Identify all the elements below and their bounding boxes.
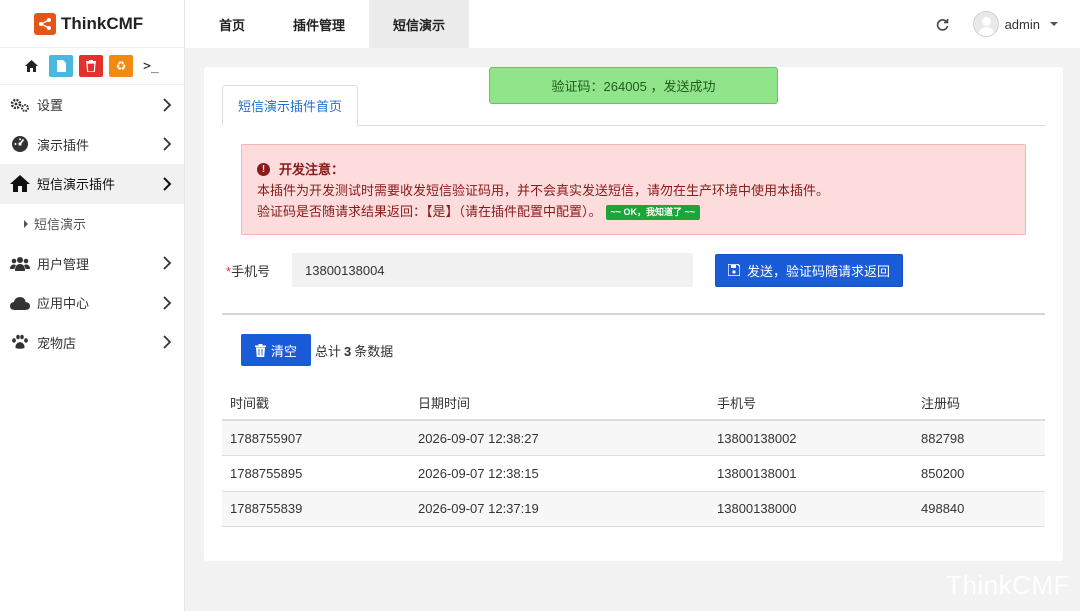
table-cell: 13800138000	[709, 491, 913, 527]
list-actions: 清空 总计 3 条数据	[241, 334, 393, 366]
caret-right-icon	[24, 219, 28, 228]
sidebar-item-user-management[interactable]: 用户管理	[0, 244, 184, 284]
clear-button[interactable]: 清空	[241, 334, 311, 366]
tab-home[interactable]: 首页	[185, 0, 269, 48]
chevron-right-icon	[163, 335, 172, 349]
column-header: 注册码	[913, 385, 1045, 421]
user-name: admin	[1004, 16, 1040, 32]
chevron-right-icon	[163, 98, 172, 112]
ok-acknowledge-badge[interactable]: ~~ OK，我知道了 ~~	[605, 205, 701, 220]
quick-toolbar: ♻ >_	[0, 48, 184, 85]
alert-title: 开发注意：	[279, 162, 345, 177]
tab-plugin-management[interactable]: 插件管理	[269, 0, 369, 48]
brand[interactable]: ThinkCMF	[0, 0, 184, 48]
tab-sms-demo[interactable]: 短信演示	[369, 0, 470, 48]
table-cell: 13800138002	[709, 420, 913, 456]
table-cell: 882798	[913, 420, 1045, 456]
phone-input[interactable]	[292, 253, 693, 287]
dev-warning-alert: ! 开发注意： 本插件为开发测试时需要收发短信验证码用，并不会真实发送短信，请勿…	[241, 144, 1026, 235]
sidebar-menu: 设置 演示插件 短信演示插件 短信演示 用户管理 应用中心 宠物店	[0, 85, 184, 362]
recycle-icon[interactable]: ♻	[109, 55, 133, 77]
thinkcmf-logo-icon	[34, 12, 56, 35]
phone-label: *手机号	[226, 263, 271, 279]
sidebar-item-sms-plugin[interactable]: 短信演示插件	[0, 164, 184, 204]
table-cell: 1788755839	[222, 491, 410, 527]
table-row: 1788755839 2026-09-07 12:37:19 138001380…	[222, 491, 1045, 527]
exclamation-circle-icon: !	[257, 163, 270, 176]
table-row: 1788755907 2026-09-07 12:38:27 138001380…	[222, 420, 1045, 456]
refresh-icon[interactable]	[936, 18, 949, 31]
paw-icon	[9, 332, 31, 352]
success-toast: 验证码：264005 ，发送成功	[489, 67, 778, 104]
phone-form-row: *手机号 发送，验证码随请求返回	[226, 253, 1026, 287]
sms-log-table: 时间戳 日期时间 手机号 注册码 1788755907 2026-09-07 1…	[222, 385, 1045, 527]
sidebar-subitem-sms-demo[interactable]: 短信演示	[0, 204, 184, 244]
column-header: 手机号	[709, 385, 913, 421]
tab-sms-plugin-home[interactable]: 短信演示插件首页	[222, 85, 358, 126]
chevron-right-icon	[163, 296, 172, 310]
chevron-right-icon	[163, 256, 172, 270]
save-icon	[727, 264, 740, 276]
main-panel: 短信演示插件首页 ! 开发注意： 本插件为开发测试时需要收发短信验证码用，并不会…	[204, 67, 1063, 561]
send-sms-button[interactable]: 发送，验证码随请求返回	[715, 253, 903, 287]
table-cell: 1788755907	[222, 420, 410, 456]
file-icon[interactable]	[49, 55, 73, 77]
top-navbar: 首页 插件管理 短信演示 admin	[185, 0, 1080, 48]
table-cell: 498840	[913, 491, 1045, 527]
cloud-icon	[9, 293, 31, 313]
avatar	[972, 11, 999, 37]
table-row: 1788755895 2026-09-07 12:38:15 138001380…	[222, 455, 1045, 492]
table-cell: 13800138001	[709, 455, 913, 492]
table-cell: 2026-09-07 12:37:19	[410, 491, 709, 527]
table-cell: 2026-09-07 12:38:27	[410, 420, 709, 456]
user-menu[interactable]: admin	[972, 11, 1058, 37]
top-right-actions: admin	[936, 11, 1080, 37]
table-cell: 1788755895	[222, 455, 410, 492]
terminal-icon[interactable]: >_	[139, 55, 163, 77]
total-count: 总计 3 条数据	[315, 343, 394, 359]
alert-line-1: 本插件为开发测试时需要收发短信验证码用，并不会真实发送短信，请勿在生产环境中使用…	[257, 183, 830, 198]
dashboard-icon	[9, 134, 31, 154]
sidebar: ThinkCMF ♻ >_ 设置 演示插件 短信演示插件 短信演示 用户管理 应…	[0, 0, 185, 611]
alert-line-2: 验证码是否随请求结果返回：【是】（请在插件配置中配置）。	[257, 204, 602, 219]
home-icon[interactable]	[19, 55, 43, 77]
table-cell: 2026-09-07 12:38:15	[410, 455, 709, 492]
gears-icon	[9, 95, 31, 115]
caret-down-icon	[1050, 22, 1058, 26]
users-icon	[9, 253, 31, 273]
trash-icon[interactable]	[79, 55, 103, 77]
watermark: ThinkCMF	[946, 570, 1070, 600]
table-header-row: 时间戳 日期时间 手机号 注册码	[222, 385, 1045, 421]
sidebar-item-pet-shop[interactable]: 宠物店	[0, 323, 184, 363]
sidebar-item-app-center[interactable]: 应用中心	[0, 283, 184, 323]
sidebar-item-demo-plugin[interactable]: 演示插件	[0, 125, 184, 165]
divider	[222, 313, 1045, 315]
chevron-right-icon	[163, 137, 172, 151]
home-icon	[9, 174, 31, 194]
sidebar-item-settings[interactable]: 设置	[0, 85, 184, 125]
column-header: 时间戳	[222, 385, 410, 421]
column-header: 日期时间	[410, 385, 709, 421]
chevron-right-icon	[163, 177, 172, 191]
table-cell: 850200	[913, 455, 1045, 492]
trash-icon	[254, 343, 266, 357]
brand-name: ThinkCMF	[61, 13, 144, 33]
